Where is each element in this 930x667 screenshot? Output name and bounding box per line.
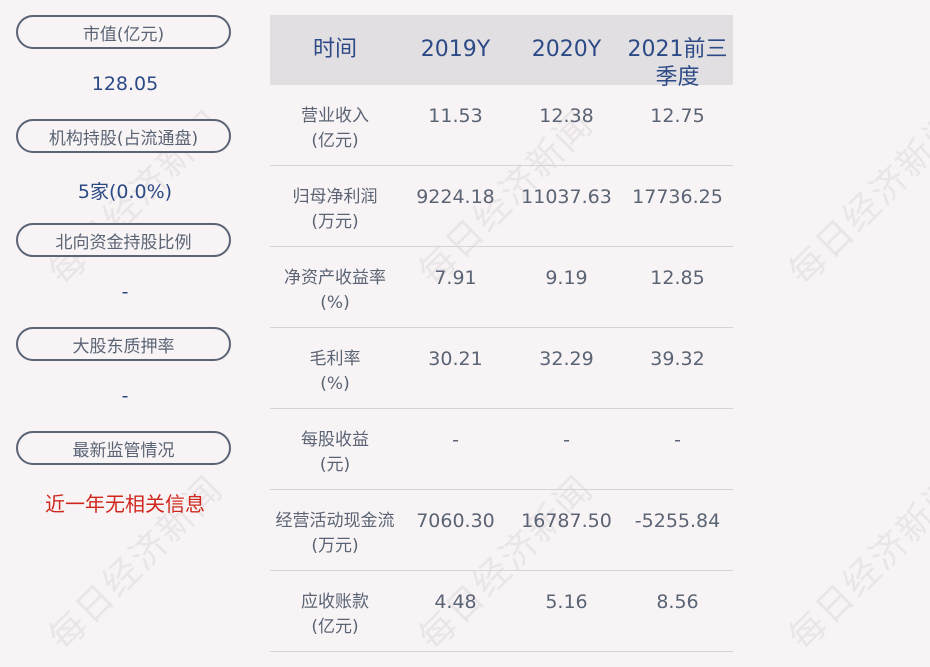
table-cell: 12.75 (650, 105, 705, 127)
table-cell: 8.56 (656, 591, 699, 613)
table-row: 毛利率 (%) 30.21 32.29 39.32 (270, 328, 733, 409)
regulatory-status-label: 最新监管情况 (16, 431, 231, 465)
table-cell: 7060.30 (416, 510, 495, 532)
market-cap-value: 128.05 (91, 73, 159, 95)
header-2021q3: 2021前三季度 (627, 37, 728, 90)
table-row: 营业收入 (亿元) 11.53 12.38 12.75 (270, 85, 733, 166)
watermark-text: 每日经济新闻 (781, 103, 930, 294)
row-label: 应收账款 (亿元) (301, 592, 369, 637)
table-row: 每股收益 (元) - - - (270, 409, 733, 490)
row-label: 毛利率 (%) (309, 349, 361, 394)
header-2020: 2020Y (531, 37, 602, 62)
table-cell: - (563, 429, 570, 451)
header-2019: 2019Y (420, 37, 491, 62)
regulatory-status-value: 近一年无相关信息 (45, 492, 205, 516)
header-period: 时间 (312, 37, 357, 62)
table-cell: 11.53 (428, 105, 483, 127)
table-cell: 5.16 (545, 591, 588, 613)
table-cell: -5255.84 (634, 510, 721, 532)
table-cell: 9224.18 (416, 186, 495, 208)
major-shareholder-pledge-value: - (121, 385, 129, 407)
financial-table: 时间 2019Y 2020Y 2021前三季度 营业收入 (亿元) 11.53 1… (270, 15, 733, 652)
market-cap-label: 市值(亿元) (16, 15, 231, 49)
table-cell: - (674, 429, 681, 451)
row-label: 经营活动现金流 (万元) (275, 511, 395, 556)
table-cell: - (452, 429, 459, 451)
table-row: 应收账款 (亿元) 4.48 5.16 8.56 (270, 571, 733, 652)
table-cell: 11037.63 (521, 186, 612, 208)
northbound-holding-label: 北向资金持股比例 (16, 223, 231, 257)
watermark-text: 每日经济新闻 (781, 468, 930, 659)
table-cell: 12.38 (539, 105, 594, 127)
table-row: 经营活动现金流 (万元) 7060.30 16787.50 -5255.84 (270, 490, 733, 571)
major-shareholder-pledge-label: 大股东质押率 (16, 327, 231, 361)
row-label: 营业收入 (亿元) (301, 106, 369, 151)
table-cell: 39.32 (650, 348, 705, 370)
table-cell: 30.21 (428, 348, 483, 370)
table-header: 时间 2019Y 2020Y 2021前三季度 (270, 15, 733, 90)
institutional-holding-value: 5家(0.0%) (77, 181, 173, 203)
northbound-holding-value: - (121, 281, 129, 303)
table-cell: 7.91 (434, 267, 477, 289)
table-row: 归母净利润 (万元) 9224.18 11037.63 17736.25 (270, 166, 733, 247)
row-label: 净资产收益率 (%) (284, 268, 386, 313)
table-cell: 16787.50 (521, 510, 612, 532)
table-cell: 12.85 (650, 267, 705, 289)
table-cell: 17736.25 (632, 186, 723, 208)
row-label: 归母净利润 (万元) (292, 187, 378, 232)
row-label: 每股收益 (元) (301, 430, 369, 475)
table-cell: 9.19 (545, 267, 588, 289)
institutional-holding-label: 机构持股(占流通盘) (16, 119, 231, 153)
table-row: 净资产收益率 (%) 7.91 9.19 12.85 (270, 247, 733, 328)
table-cell: 4.48 (434, 591, 477, 613)
table-cell: 32.29 (539, 348, 594, 370)
